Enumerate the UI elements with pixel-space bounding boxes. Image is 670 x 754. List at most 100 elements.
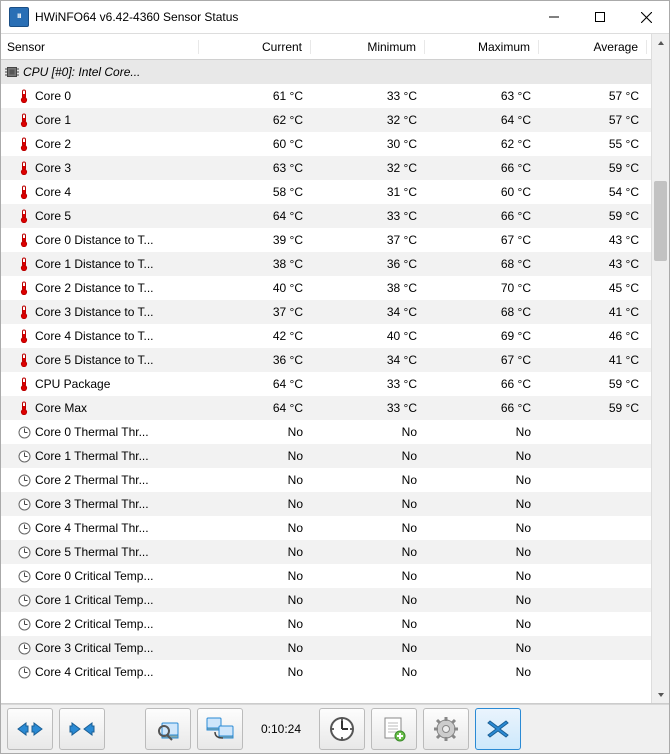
minimize-button[interactable] bbox=[531, 1, 577, 33]
cell-maximum: 67 °C bbox=[425, 353, 539, 367]
table-row[interactable]: Core 564 °C33 °C66 °C59 °C bbox=[1, 204, 651, 228]
cell-maximum: 66 °C bbox=[425, 209, 539, 223]
scroll-down-arrow-icon[interactable] bbox=[652, 686, 669, 703]
table-row[interactable]: Core 3 Critical Temp...NoNoNo bbox=[1, 636, 651, 660]
cell-average: 57 °C bbox=[539, 89, 647, 103]
cell-minimum: No bbox=[311, 497, 425, 511]
cell-current: 40 °C bbox=[199, 281, 311, 295]
col-header-average[interactable]: Average bbox=[539, 40, 647, 54]
cell-maximum: 60 °C bbox=[425, 185, 539, 199]
sensor-label: Core 2 Distance to T... bbox=[35, 281, 154, 295]
sensor-label: Core 1 Distance to T... bbox=[35, 257, 154, 271]
cell-minimum: 33 °C bbox=[311, 209, 425, 223]
cell-maximum: 66 °C bbox=[425, 377, 539, 391]
expand-all-button[interactable] bbox=[7, 708, 53, 750]
col-header-current[interactable]: Current bbox=[199, 40, 311, 54]
table-row[interactable]: Core Max64 °C33 °C66 °C59 °C bbox=[1, 396, 651, 420]
log-to-file-button[interactable] bbox=[371, 708, 417, 750]
table-row[interactable]: Core 5 Distance to T...36 °C34 °C67 °C41… bbox=[1, 348, 651, 372]
cell-current: No bbox=[199, 569, 311, 583]
cell-average: 45 °C bbox=[539, 281, 647, 295]
cell-minimum: No bbox=[311, 665, 425, 679]
sensor-label: Core 3 Critical Temp... bbox=[35, 641, 153, 655]
scrollbar-track[interactable] bbox=[652, 51, 669, 686]
cell-maximum: 64 °C bbox=[425, 113, 539, 127]
table-row[interactable]: Core 1 Distance to T...38 °C36 °C68 °C43… bbox=[1, 252, 651, 276]
cell-minimum: 33 °C bbox=[311, 401, 425, 415]
sensor-label: Core 4 Critical Temp... bbox=[35, 665, 153, 679]
cell-current: 36 °C bbox=[199, 353, 311, 367]
vertical-scrollbar[interactable] bbox=[651, 34, 669, 703]
titlebar: III HWiNFO64 v6.42-4360 Sensor Status bbox=[1, 1, 669, 34]
table-row[interactable]: Core 2 Thermal Thr...NoNoNo bbox=[1, 468, 651, 492]
table-row[interactable]: Core 5 Thermal Thr...NoNoNo bbox=[1, 540, 651, 564]
thermometer-icon bbox=[17, 137, 31, 151]
table-row[interactable]: Core 3 Thermal Thr...NoNoNo bbox=[1, 492, 651, 516]
table-row[interactable]: Core 162 °C32 °C64 °C57 °C bbox=[1, 108, 651, 132]
cell-minimum: 36 °C bbox=[311, 257, 425, 271]
scrollbar-thumb[interactable] bbox=[654, 181, 667, 261]
cell-minimum: No bbox=[311, 521, 425, 535]
thermometer-icon bbox=[17, 353, 31, 367]
cell-current: No bbox=[199, 497, 311, 511]
table-row[interactable]: Core 2 Distance to T...40 °C38 °C70 °C45… bbox=[1, 276, 651, 300]
cell-current: 37 °C bbox=[199, 305, 311, 319]
collapse-all-button[interactable] bbox=[59, 708, 105, 750]
sensor-label: Core 1 Thermal Thr... bbox=[35, 449, 149, 463]
table-row[interactable]: Core 3 Distance to T...37 °C34 °C68 °C41… bbox=[1, 300, 651, 324]
thermometer-icon bbox=[17, 401, 31, 415]
cell-maximum: No bbox=[425, 593, 539, 607]
thermometer-icon bbox=[17, 281, 31, 295]
sensor-label: Core 5 Thermal Thr... bbox=[35, 545, 149, 559]
cell-minimum: No bbox=[311, 545, 425, 559]
cell-minimum: 34 °C bbox=[311, 353, 425, 367]
table-row[interactable]: Core 0 Thermal Thr...NoNoNo bbox=[1, 420, 651, 444]
col-header-maximum[interactable]: Maximum bbox=[425, 40, 539, 54]
cell-current: 62 °C bbox=[199, 113, 311, 127]
table-row[interactable]: Core 363 °C32 °C66 °C59 °C bbox=[1, 156, 651, 180]
scroll-up-arrow-icon[interactable] bbox=[652, 34, 669, 51]
cell-minimum: 40 °C bbox=[311, 329, 425, 343]
table-row[interactable]: Core 260 °C30 °C62 °C55 °C bbox=[1, 132, 651, 156]
table-row[interactable]: Core 4 Critical Temp...NoNoNo bbox=[1, 660, 651, 684]
table-row[interactable]: Core 458 °C31 °C60 °C54 °C bbox=[1, 180, 651, 204]
cell-minimum: 37 °C bbox=[311, 233, 425, 247]
thermometer-icon bbox=[17, 89, 31, 103]
cell-average: 59 °C bbox=[539, 377, 647, 391]
table-row[interactable]: Core 2 Critical Temp...NoNoNo bbox=[1, 612, 651, 636]
maximize-button[interactable] bbox=[577, 1, 623, 33]
thermometer-icon bbox=[17, 113, 31, 127]
table-row[interactable]: Core 4 Distance to T...42 °C40 °C69 °C46… bbox=[1, 324, 651, 348]
remote-monitor-button[interactable] bbox=[197, 708, 243, 750]
app-icon: III bbox=[9, 7, 29, 27]
cell-maximum: No bbox=[425, 425, 539, 439]
table-row[interactable]: Core 1 Thermal Thr...NoNoNo bbox=[1, 444, 651, 468]
sensor-label: Core 3 Thermal Thr... bbox=[35, 497, 149, 511]
table-row[interactable]: Core 0 Distance to T...39 °C37 °C67 °C43… bbox=[1, 228, 651, 252]
cell-current: No bbox=[199, 641, 311, 655]
sensor-label: CPU Package bbox=[35, 377, 110, 391]
find-sensor-button[interactable] bbox=[145, 708, 191, 750]
clock-reset-button[interactable] bbox=[319, 708, 365, 750]
cell-maximum: No bbox=[425, 497, 539, 511]
table-row[interactable]: CPU Package64 °C33 °C66 °C59 °C bbox=[1, 372, 651, 396]
close-sensors-button[interactable] bbox=[475, 708, 521, 750]
settings-button[interactable] bbox=[423, 708, 469, 750]
col-header-minimum[interactable]: Minimum bbox=[311, 40, 425, 54]
clock-icon bbox=[17, 521, 31, 535]
cell-maximum: 62 °C bbox=[425, 137, 539, 151]
table-row[interactable]: Core 4 Thermal Thr...NoNoNo bbox=[1, 516, 651, 540]
table-row[interactable]: Core 0 Critical Temp...NoNoNo bbox=[1, 564, 651, 588]
table-row[interactable]: Core 1 Critical Temp...NoNoNo bbox=[1, 588, 651, 612]
table-row[interactable]: Core 061 °C33 °C63 °C57 °C bbox=[1, 84, 651, 108]
cell-average: 57 °C bbox=[539, 113, 647, 127]
close-button[interactable] bbox=[623, 1, 669, 33]
section-header-row[interactable]: CPU [#0]: Intel Core... bbox=[1, 60, 651, 84]
cell-average: 55 °C bbox=[539, 137, 647, 151]
clock-icon bbox=[17, 425, 31, 439]
clock-icon bbox=[17, 449, 31, 463]
clock-icon bbox=[17, 593, 31, 607]
col-header-sensor[interactable]: Sensor bbox=[1, 40, 199, 54]
cell-minimum: 31 °C bbox=[311, 185, 425, 199]
main-window: III HWiNFO64 v6.42-4360 Sensor Status Se… bbox=[0, 0, 670, 754]
